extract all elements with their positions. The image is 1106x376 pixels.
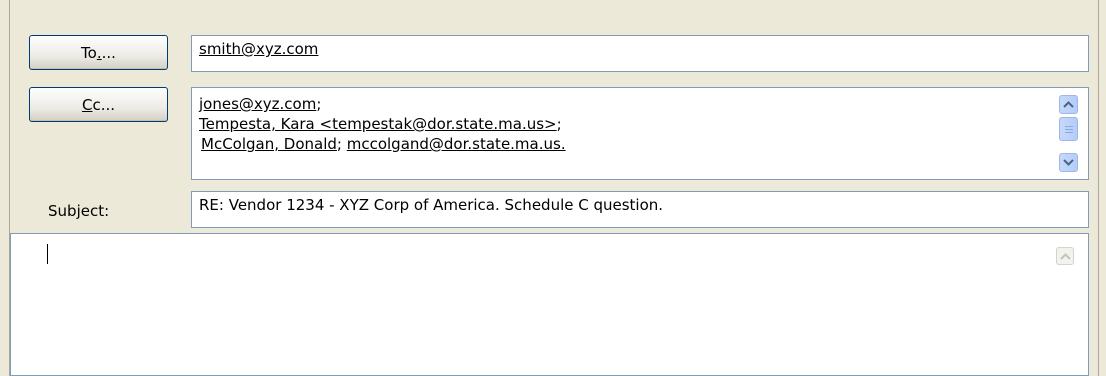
cc-scroll-up-button[interactable] <box>1059 95 1078 114</box>
cc-line-3: McColgan, Donald; mccolgand@dor.state.ma… <box>199 134 1081 154</box>
body-scroll-up-button[interactable] <box>1056 247 1074 265</box>
cc-separator: ; <box>316 95 322 113</box>
chevron-up-icon <box>1063 101 1074 108</box>
cc-button-ellipsis: c... <box>92 95 116 114</box>
cc-button-mnemonic: C <box>81 95 93 114</box>
to-button[interactable]: To.... <box>29 35 168 70</box>
cc-recipient[interactable]: jones@xyz.com <box>199 95 316 113</box>
message-body-input[interactable] <box>10 233 1089 376</box>
cc-button[interactable]: Cc... <box>29 87 168 122</box>
cc-recipient[interactable]: mccolgand@dor.state.ma.us. <box>347 135 566 153</box>
to-button-ellipsis: ... <box>101 43 116 62</box>
cc-scroll-thumb[interactable] <box>1059 117 1078 141</box>
to-recipient[interactable]: smith@xyz.com <box>199 40 318 58</box>
to-button-label: To <box>81 43 97 62</box>
cc-scrollbar[interactable] <box>1059 95 1078 174</box>
chevron-up-icon <box>1059 252 1071 260</box>
cc-scroll-down-button[interactable] <box>1059 153 1078 172</box>
subject-label-part: Sub <box>48 202 77 220</box>
cc-recipient[interactable]: Tempesta, Kara <tempestak@dor.state.ma.u… <box>199 115 557 133</box>
window-frame-left <box>0 0 10 376</box>
chevron-down-icon <box>1063 159 1074 166</box>
subject-label: Subject: <box>48 202 109 220</box>
cc-separator: ; <box>336 135 347 153</box>
subject-value: RE: Vendor 1234 - XYZ Corp of America. S… <box>199 196 664 214</box>
cc-line-1: jones@xyz.com; <box>199 94 1081 114</box>
subject-label-part: ect: <box>80 202 110 220</box>
window-frame-right <box>1098 0 1106 376</box>
text-caret <box>47 244 48 264</box>
subject-input[interactable]: RE: Vendor 1234 - XYZ Corp of America. S… <box>191 191 1089 228</box>
cc-separator: ; <box>556 115 562 133</box>
cc-field[interactable]: jones@xyz.com; Tempesta, Kara <tempestak… <box>191 87 1089 180</box>
cc-recipient[interactable]: McColgan, Donald <box>201 135 337 153</box>
to-field[interactable]: smith@xyz.com <box>191 35 1089 72</box>
cc-line-2: Tempesta, Kara <tempestak@dor.state.ma.u… <box>199 114 1081 134</box>
